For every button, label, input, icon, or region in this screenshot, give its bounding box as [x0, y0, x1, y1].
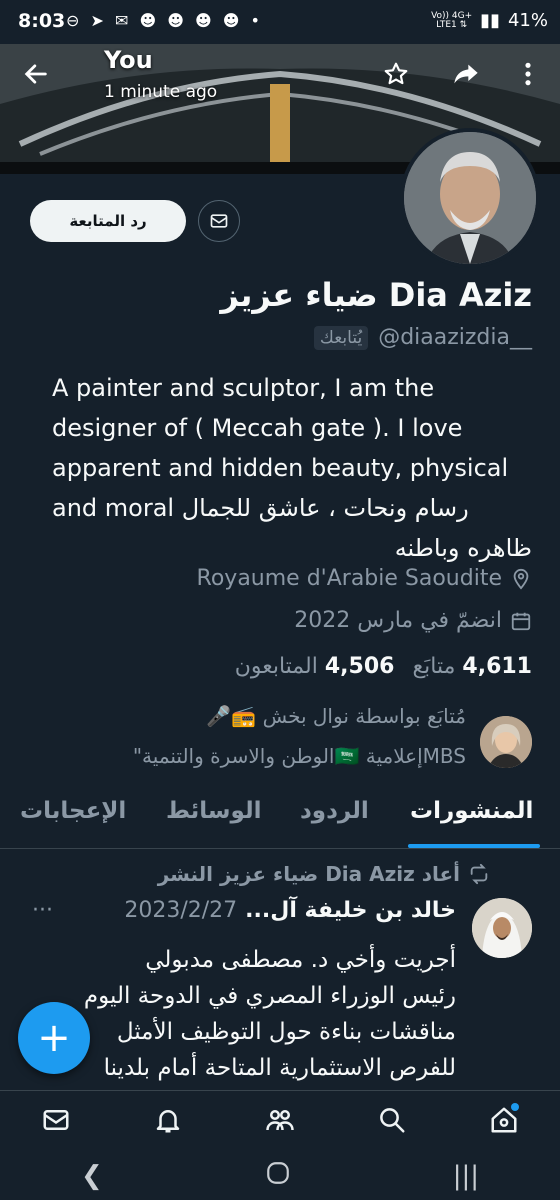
nav-search[interactable]	[377, 1105, 407, 1139]
bio-line: A painter and sculptor, I am the	[52, 374, 435, 402]
profile-tabs: المنشورات الردود الوسائط الإعجابات	[0, 784, 560, 849]
profile-stats: 4,611 متابَع 4,506 المتابعون	[235, 654, 532, 679]
nav-messages[interactable]	[41, 1105, 71, 1139]
profile-bio: A painter and sculptor, I am the designe…	[52, 368, 532, 568]
active-tab-indicator	[408, 844, 540, 848]
system-navigation: ❮ |||	[0, 1152, 560, 1200]
bio-line: designer of ( Meccah gate ). I love	[52, 414, 463, 442]
tweet-line: رئيس الوزراء المصري في الدوحة اليوم	[83, 983, 456, 1009]
tab-likes[interactable]: الإعجابات	[20, 798, 126, 824]
status-bar: 8:03 ⊖ ➤ ✉ ☻ ☻ ☻ ☻ • Vo)) 4G+ LTE1 ⇅ ▮▮ …	[0, 0, 560, 44]
repost-icon	[470, 863, 488, 885]
header-title: You	[104, 46, 153, 74]
tab-posts[interactable]: المنشورات	[410, 798, 533, 824]
share-arrow-icon	[444, 52, 488, 96]
tweet-author-name[interactable]: خالد بن خليفة آل...	[245, 898, 456, 923]
bottom-navigation	[0, 1090, 560, 1153]
follower-avatar	[480, 716, 532, 768]
location-text: Royaume d'Arabie Saoudite	[196, 566, 502, 591]
favorite-button[interactable]	[374, 52, 418, 96]
status-right-icons: Vo)) 4G+ LTE1 ⇅ ▮▮ 41%	[431, 10, 548, 31]
tweet-author-avatar[interactable]	[472, 898, 532, 958]
followers-count: 4,506	[324, 654, 395, 679]
network-line2: LTE1 ⇅	[436, 19, 468, 30]
profile-joined: انضمّ في مارس 2022	[294, 608, 532, 633]
bell-icon	[156, 1110, 180, 1133]
envelope-icon	[210, 214, 228, 228]
search-icon	[380, 1108, 405, 1133]
profile-handle: @diaazizdia__	[378, 325, 532, 350]
signal-icon: ▮▮	[480, 10, 500, 31]
repost-indicator: أعاد Dia Aziz ضياء عزيز النشر	[158, 862, 490, 886]
following-label: متابَع	[412, 654, 456, 679]
bio-line: and moral رسام ونحات ، عاشق للجمال	[52, 494, 469, 522]
message-button[interactable]	[198, 200, 240, 242]
follow-back-button[interactable]: رد المتابعة	[30, 200, 186, 242]
joined-text: انضمّ في مارس 2022	[294, 608, 502, 633]
tweet-line: أجريت وأخي د. مصطفى مدبولي	[145, 947, 456, 973]
handle-row: يُتابعك @diaazizdia__	[313, 325, 532, 350]
system-back-button[interactable]: ❮	[81, 1161, 103, 1191]
network-indicator: Vo)) 4G+ LTE1 ⇅	[431, 11, 472, 30]
followed-by-section[interactable]: مُتابَع بواسطة نوال بخش 📻🎤 MBSإعلامية 🇸🇦…	[12, 704, 532, 774]
tweet-more-button[interactable]: ···	[32, 898, 53, 923]
compose-button[interactable]: +	[18, 1002, 90, 1074]
tweet-header: خالد بن خليفة آل... 2023/2/27	[124, 898, 456, 923]
system-recents-button[interactable]: |||	[453, 1161, 479, 1191]
following-count: 4,611	[462, 654, 532, 679]
battery-percent: 41%	[507, 10, 548, 31]
people-icon	[266, 1110, 294, 1131]
more-options-button[interactable]	[506, 52, 550, 96]
followers-label: المتابعون	[234, 654, 318, 679]
share-button[interactable]	[444, 52, 488, 96]
calendar-icon	[511, 612, 531, 630]
followed-by-line1: مُتابَع بواسطة نوال بخش 📻🎤	[206, 704, 466, 728]
profile-name: ضياء عزيز Dia Aziz	[220, 276, 532, 314]
status-time: 8:03	[18, 10, 66, 32]
repost-text: أعاد Dia Aziz ضياء عزيز النشر	[157, 862, 460, 886]
location-pin-icon	[513, 568, 529, 590]
back-button[interactable]	[14, 52, 58, 96]
nav-communities[interactable]	[265, 1105, 295, 1139]
plus-icon: +	[37, 1015, 71, 1061]
bio-line: ظاهره وباطنه	[394, 534, 532, 562]
system-home-button[interactable]	[265, 1160, 291, 1193]
avatar-portrait	[404, 132, 536, 264]
tab-media[interactable]: الوسائط	[166, 798, 261, 824]
followers-link[interactable]: 4,506 المتابعون	[235, 654, 395, 679]
header-subtitle: 1 minute ago	[104, 82, 218, 102]
following-link[interactable]: 4,611 متابَع	[412, 654, 532, 679]
status-notification-icons: ⊖ ➤ ✉ ☻ ☻ ☻ ☻ •	[66, 11, 263, 30]
profile-avatar[interactable]	[400, 128, 540, 268]
tweet-date[interactable]: 2023/2/27	[124, 898, 237, 923]
profile-location: Royaume d'Arabie Saoudite	[197, 566, 532, 591]
nav-notifications[interactable]	[153, 1105, 183, 1139]
bio-line: apparent and hidden beauty, physical	[52, 454, 509, 482]
home-circle-icon	[266, 1161, 289, 1184]
tab-replies[interactable]: الردود	[300, 798, 369, 824]
envelope-icon	[43, 1110, 69, 1130]
nav-home[interactable]	[489, 1103, 519, 1139]
follows-you-badge: يُتابعك	[313, 325, 369, 350]
star-icon	[374, 52, 418, 96]
tweet-text[interactable]: أجريت وأخي د. مصطفى مدبولي رئيس الوزراء …	[16, 942, 456, 1086]
followed-by-line2: MBSإعلامية 🇸🇦الوطن والاسرة والتنمية"	[132, 744, 466, 768]
back-arrow-icon	[14, 52, 58, 96]
vertical-dots-icon	[506, 52, 550, 96]
home-notification-dot	[511, 1103, 519, 1111]
